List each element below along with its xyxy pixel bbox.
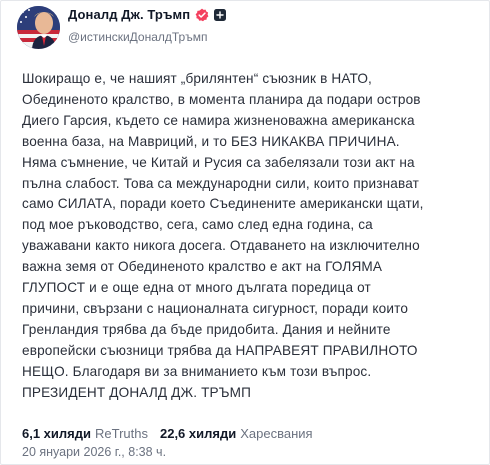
post-line: важна земя от Обединеното кралство е акт…	[22, 259, 383, 275]
post-line: пълна слабост. Това са международни сили…	[22, 175, 420, 191]
author-name-row: Доналд Дж. Тръмп	[68, 7, 227, 22]
author-handle[interactable]: @истинскиДоналдТръмп	[68, 30, 207, 44]
likes-count: 22,6 хиляди	[159, 426, 237, 441]
verified-badge-icon	[195, 8, 209, 22]
post-line: само СИЛАТА, поради което Съединените ам…	[22, 196, 424, 212]
engagement-stats: 6,1 хиляди ReTruths 22,6 хиляди Харесвания	[22, 426, 313, 441]
post-line: Обединеното кралство, в момента планира …	[22, 91, 421, 107]
post-line: НЕЩО. Благодаря ви за вниманието към тоз…	[22, 363, 372, 379]
post-line: под мое ръководство, сега, само след едн…	[22, 217, 373, 233]
likes-label: Харесвания	[240, 426, 313, 441]
plus-badge-icon	[214, 8, 227, 21]
post-body: Шокиращо е, че нашият „брилянтен“ съюзни…	[22, 69, 474, 404]
profile-photo-flag-avatar	[17, 6, 60, 49]
retruths-count: 6,1 хиляди	[22, 426, 91, 441]
post-line: причини, свързани с националната сигурно…	[22, 300, 409, 316]
avatar[interactable]	[17, 6, 60, 49]
post-line: ГЛУПОСТ и е още една от много дългата по…	[22, 280, 371, 296]
post-line: европейски съюзници трябва да НАПРАВЕЯТ …	[22, 342, 418, 358]
post-line: ПРЕЗИДЕНТ ДОНАЛД ДЖ. ТРЪМП	[22, 384, 252, 400]
post-line: Шокиращо е, че нашият „брилянтен“ съюзни…	[22, 71, 372, 86]
post-line: Няма съмнение, че Китай и Русия са забел…	[22, 154, 415, 170]
author-display-name[interactable]: Доналд Дж. Тръмп	[68, 7, 190, 22]
likes-stat[interactable]: 22,6 хиляди Харесвания	[160, 426, 313, 441]
post-line: Гренландия трябва да бъде придобита. Дан…	[22, 321, 391, 337]
retruths-label: ReTruths	[95, 426, 148, 441]
post-card: Доналд Дж. Тръмп @истинскиДоналдТръмп Шо…	[0, 0, 490, 465]
post-line: военна база, на Мавриций, и то БЕЗ НИКАК…	[22, 133, 400, 149]
post-line: Диего Гарсия, където се намира жизненова…	[22, 112, 415, 128]
post-timestamp[interactable]: 20 януари 2026 г., 8:38 ч.	[22, 445, 166, 459]
retruths-stat[interactable]: 6,1 хиляди ReTruths	[22, 426, 148, 441]
post-line: уважавани както никога досега. Отдаванет…	[22, 238, 420, 254]
